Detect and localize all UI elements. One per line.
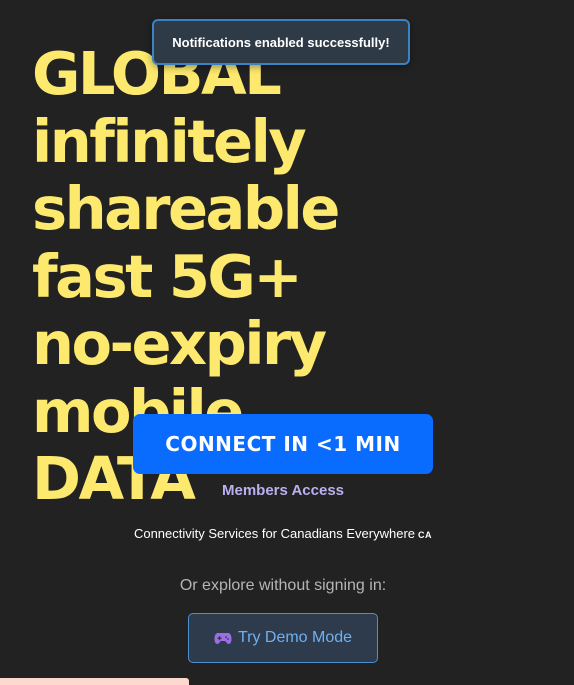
try-demo-button[interactable]: Try Demo Mode [188, 613, 378, 663]
tagline: Connectivity Services for Canadians Ever… [0, 526, 566, 541]
hero-line: infinitely [32, 106, 307, 176]
country-badge: CA [418, 530, 433, 540]
hero-line: shareable [32, 174, 340, 243]
hero-line: fast 5G+ [32, 241, 303, 311]
try-demo-label: Try Demo Mode [237, 629, 353, 646]
toast-message: Notifications enabled successfully! [172, 34, 390, 50]
explore-prompt: Or explore without signing in: [179, 577, 387, 594]
notification-toast: Notifications enabled successfully! [152, 19, 410, 65]
tagline-text: Connectivity Services for Canadians Ever… [133, 526, 416, 541]
connect-button[interactable]: CONNECT IN <1 MIN [133, 414, 433, 474]
hero-line: no-expiry [32, 309, 327, 378]
gamepad-icon [214, 631, 232, 645]
members-access-link[interactable]: Members Access [133, 482, 433, 499]
status-tooltip [0, 678, 189, 685]
landing-page: GLOBAL infinitely shareable fast 5G+ no-… [0, 0, 574, 685]
